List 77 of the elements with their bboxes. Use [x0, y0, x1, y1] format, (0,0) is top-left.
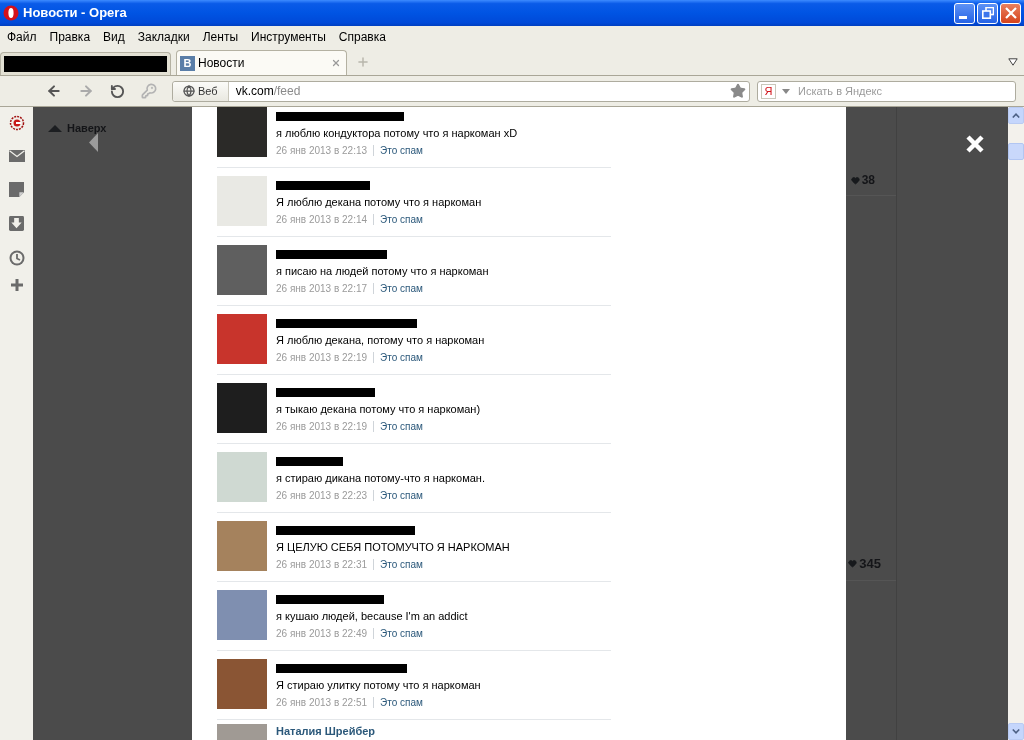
report-spam-link[interactable]: Это спам	[380, 211, 423, 227]
search-field[interactable]: Я Искать в Яндекс	[757, 80, 1016, 102]
close-icon	[1004, 7, 1017, 19]
forward-icon[interactable]	[78, 83, 94, 99]
scroll-down-button[interactable]	[1008, 723, 1024, 740]
comment-text: я тыкаю декана потому что я наркоман)	[276, 402, 481, 416]
comment-text: я стираю дикана потому-что я наркоман.	[276, 471, 485, 485]
comment-date: 26 янв 2013 в 22:19	[276, 419, 368, 434]
menu-item[interactable]: Закладки	[137, 28, 190, 46]
comment-text: я писаю на людей потому что я наркоман	[276, 264, 489, 278]
report-spam-link[interactable]: Это спам	[380, 280, 423, 296]
scrollbar-track[interactable]	[1008, 107, 1024, 740]
close-button[interactable]	[1000, 2, 1021, 24]
like-count: 38	[861, 172, 875, 189]
ring-icon[interactable]	[8, 115, 25, 131]
tab[interactable]: В Новости	[176, 50, 347, 75]
comment-date: 26 янв 2013 в 22:17	[276, 281, 368, 296]
reload-icon[interactable]	[110, 83, 125, 99]
comment-date: 26 янв 2013 в 22:31	[276, 557, 368, 572]
report-spam-link[interactable]: Это спам	[380, 142, 423, 158]
report-spam-link[interactable]: Это спам	[380, 487, 423, 503]
mail-icon[interactable]	[8, 150, 25, 162]
web-badge[interactable]: Веб	[173, 81, 229, 101]
scroll-up-button[interactable]	[1008, 107, 1024, 124]
restore-icon	[981, 7, 994, 19]
menu-item[interactable]: Ленты	[202, 28, 238, 46]
comment-text: Я ЦЕЛУЮ СЕБЯ ПОТОМУЧТО Я НАРКОМАН	[276, 540, 510, 554]
comment-date: 26 янв 2013 в 22:14	[276, 212, 368, 227]
scroll-thumb[interactable]	[1008, 143, 1024, 160]
app-logo-icon	[3, 5, 19, 21]
tab-title: Новости	[198, 55, 245, 72]
globe-icon	[183, 85, 195, 97]
heart-icon[interactable]	[850, 175, 860, 185]
minimize-button[interactable]	[954, 2, 975, 24]
comment-date: 26 янв 2013 в 22:23	[276, 488, 368, 503]
back-icon[interactable]	[46, 83, 62, 99]
menu-item[interactable]: Правка	[49, 28, 91, 46]
download-icon[interactable]	[9, 216, 24, 231]
comment-text: Я люблю декана потому что я наркоман	[276, 195, 482, 209]
comment-date: 26 янв 2013 в 22:13	[276, 143, 368, 158]
report-spam-link[interactable]: Это спам	[380, 556, 423, 572]
comment-text: Я люблю декана, потому что я наркоман	[276, 333, 485, 347]
address-field[interactable]: Веб vk.com/feed	[172, 80, 750, 102]
search-engine-badge[interactable]: Я	[761, 83, 776, 99]
favicon: В	[180, 55, 195, 71]
caret-icon[interactable]	[782, 88, 790, 94]
heart-icon[interactable]	[848, 559, 858, 569]
menu-item[interactable]: Инструменты	[251, 28, 326, 46]
report-spam-link[interactable]: Это спам	[380, 694, 423, 710]
menu-item[interactable]: Справка	[338, 28, 386, 46]
comment-date: 26 янв 2013 в 22:49	[276, 626, 368, 641]
caret-icon[interactable]	[1008, 58, 1018, 66]
arrow-left-icon[interactable]	[89, 133, 98, 152]
report-spam-link[interactable]: Это спам	[380, 418, 423, 434]
report-spam-link[interactable]: Это спам	[380, 349, 423, 365]
report-spam-link[interactable]: Это спам	[380, 625, 423, 641]
menu-item[interactable]: Файл	[7, 28, 37, 46]
comment-text: я кушаю людей, because I'm an addict	[276, 609, 468, 623]
window-title: Новости - Opera	[23, 4, 127, 23]
url-text: vk.com/feed	[235, 83, 301, 100]
restore-button[interactable]	[977, 2, 998, 24]
note-icon[interactable]	[9, 182, 24, 197]
comment-date: 26 янв 2013 в 22:19	[276, 350, 368, 365]
caret-down-icon	[1012, 729, 1020, 734]
minimize-icon	[958, 15, 967, 19]
plus-icon[interactable]	[10, 279, 23, 291]
caret-up-icon	[1012, 113, 1020, 118]
triangle-up-icon	[48, 124, 62, 132]
comment-text: я люблю кондуктора потому что я наркоман xD	[276, 126, 518, 140]
menu-item[interactable]: Вид	[103, 28, 125, 46]
clock-icon[interactable]	[8, 250, 25, 266]
key-icon[interactable]	[141, 83, 157, 99]
comment-text: Я стираю улитку потому что я наркоман	[276, 678, 481, 692]
star-icon[interactable]	[730, 83, 746, 99]
web-badge-label: Веб	[198, 83, 218, 99]
author-name-link[interactable]: Наталия Шрейбер	[276, 724, 376, 738]
comment-date: 26 янв 2013 в 22:51	[276, 695, 368, 710]
